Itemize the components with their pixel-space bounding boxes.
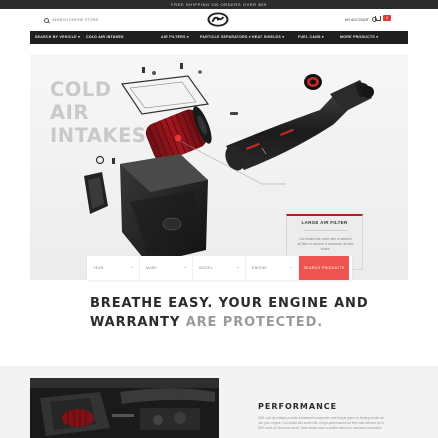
search-box[interactable] [44, 16, 112, 24]
engine-select[interactable]: ENGINE [246, 256, 299, 280]
account-link[interactable]: MY ACCOUNT [345, 17, 377, 22]
year-select[interactable]: YEAR [87, 256, 140, 280]
tagline-line2-muted: ARE PROTECTED. [185, 315, 324, 330]
model-select-label[interactable]: MODEL [199, 266, 213, 270]
vehicle-selector: YEAR MAKE MODEL ENGINE SEARCH PRODUCTS [87, 256, 352, 280]
promo-text: FREE SHIPPING ON ORDERS OVER $99 [171, 2, 267, 7]
nav-item-particle-separators[interactable]: PARTICLE SEPARATORS ▾ [200, 35, 251, 39]
search-input[interactable] [52, 18, 112, 22]
cart-button[interactable]: 0 [375, 15, 391, 21]
cart-count-badge: 0 [383, 15, 391, 21]
nav-item-more-products[interactable]: MORE PRODUCTS ▾ [340, 35, 378, 39]
nav-item-air-filters[interactable]: AIR FILTERS ▾ [161, 35, 189, 39]
performance-title: PERFORMANCE [258, 402, 338, 411]
account-label[interactable]: MY ACCOUNT [345, 18, 369, 22]
tagline-line2-main: WARRANTY [90, 315, 186, 330]
make-select-label[interactable]: MAKE [146, 266, 157, 270]
callout-title: LARGE AIR FILTER [301, 220, 348, 225]
tagline-line1: BREATHE EASY. YOUR ENGINE AND [90, 296, 369, 311]
engine-bay-photo [30, 378, 219, 438]
callout-text: Our intake kits come with a massive air … [297, 237, 354, 251]
nav-item-search-by-vehicle[interactable]: SEARCH BY VEHICLE ▾ [35, 35, 80, 39]
nav-item-heat-shields[interactable]: HEAT SHIELDS ▾ [252, 35, 284, 39]
search-icon[interactable] [44, 17, 49, 23]
brand-logo[interactable] [207, 12, 229, 27]
model-select[interactable]: MODEL [193, 256, 246, 280]
nav-item-cold-air-intakes[interactable]: COLD AIR INTAKES [86, 35, 124, 39]
callout-divider [303, 230, 348, 231]
site-header: MY ACCOUNT 0 [0, 9, 438, 31]
search-products-button[interactable]: SEARCH PRODUCTS [299, 256, 349, 280]
tagline-heading: BREATHE EASY. YOUR ENGINE AND WARRANTY A… [90, 294, 370, 332]
nav-item-fuel-cans[interactable]: FUEL CANS ▾ [298, 35, 324, 39]
make-select[interactable]: MAKE [140, 256, 193, 280]
hero-banner: COLD AIR INTAKES LARGE AIR FILTER Our in… [30, 54, 408, 280]
cart-icon[interactable] [375, 15, 381, 21]
performance-text: S&B cold air intakes provide increased h… [258, 416, 384, 430]
main-nav: SEARCH BY VEHICLE ▾ COLD AIR INTAKES AIR… [30, 31, 408, 44]
promo-bar: FREE SHIPPING ON ORDERS OVER $99 [0, 0, 438, 9]
year-select-label[interactable]: YEAR [93, 266, 104, 270]
engine-select-label[interactable]: ENGINE [252, 266, 267, 270]
